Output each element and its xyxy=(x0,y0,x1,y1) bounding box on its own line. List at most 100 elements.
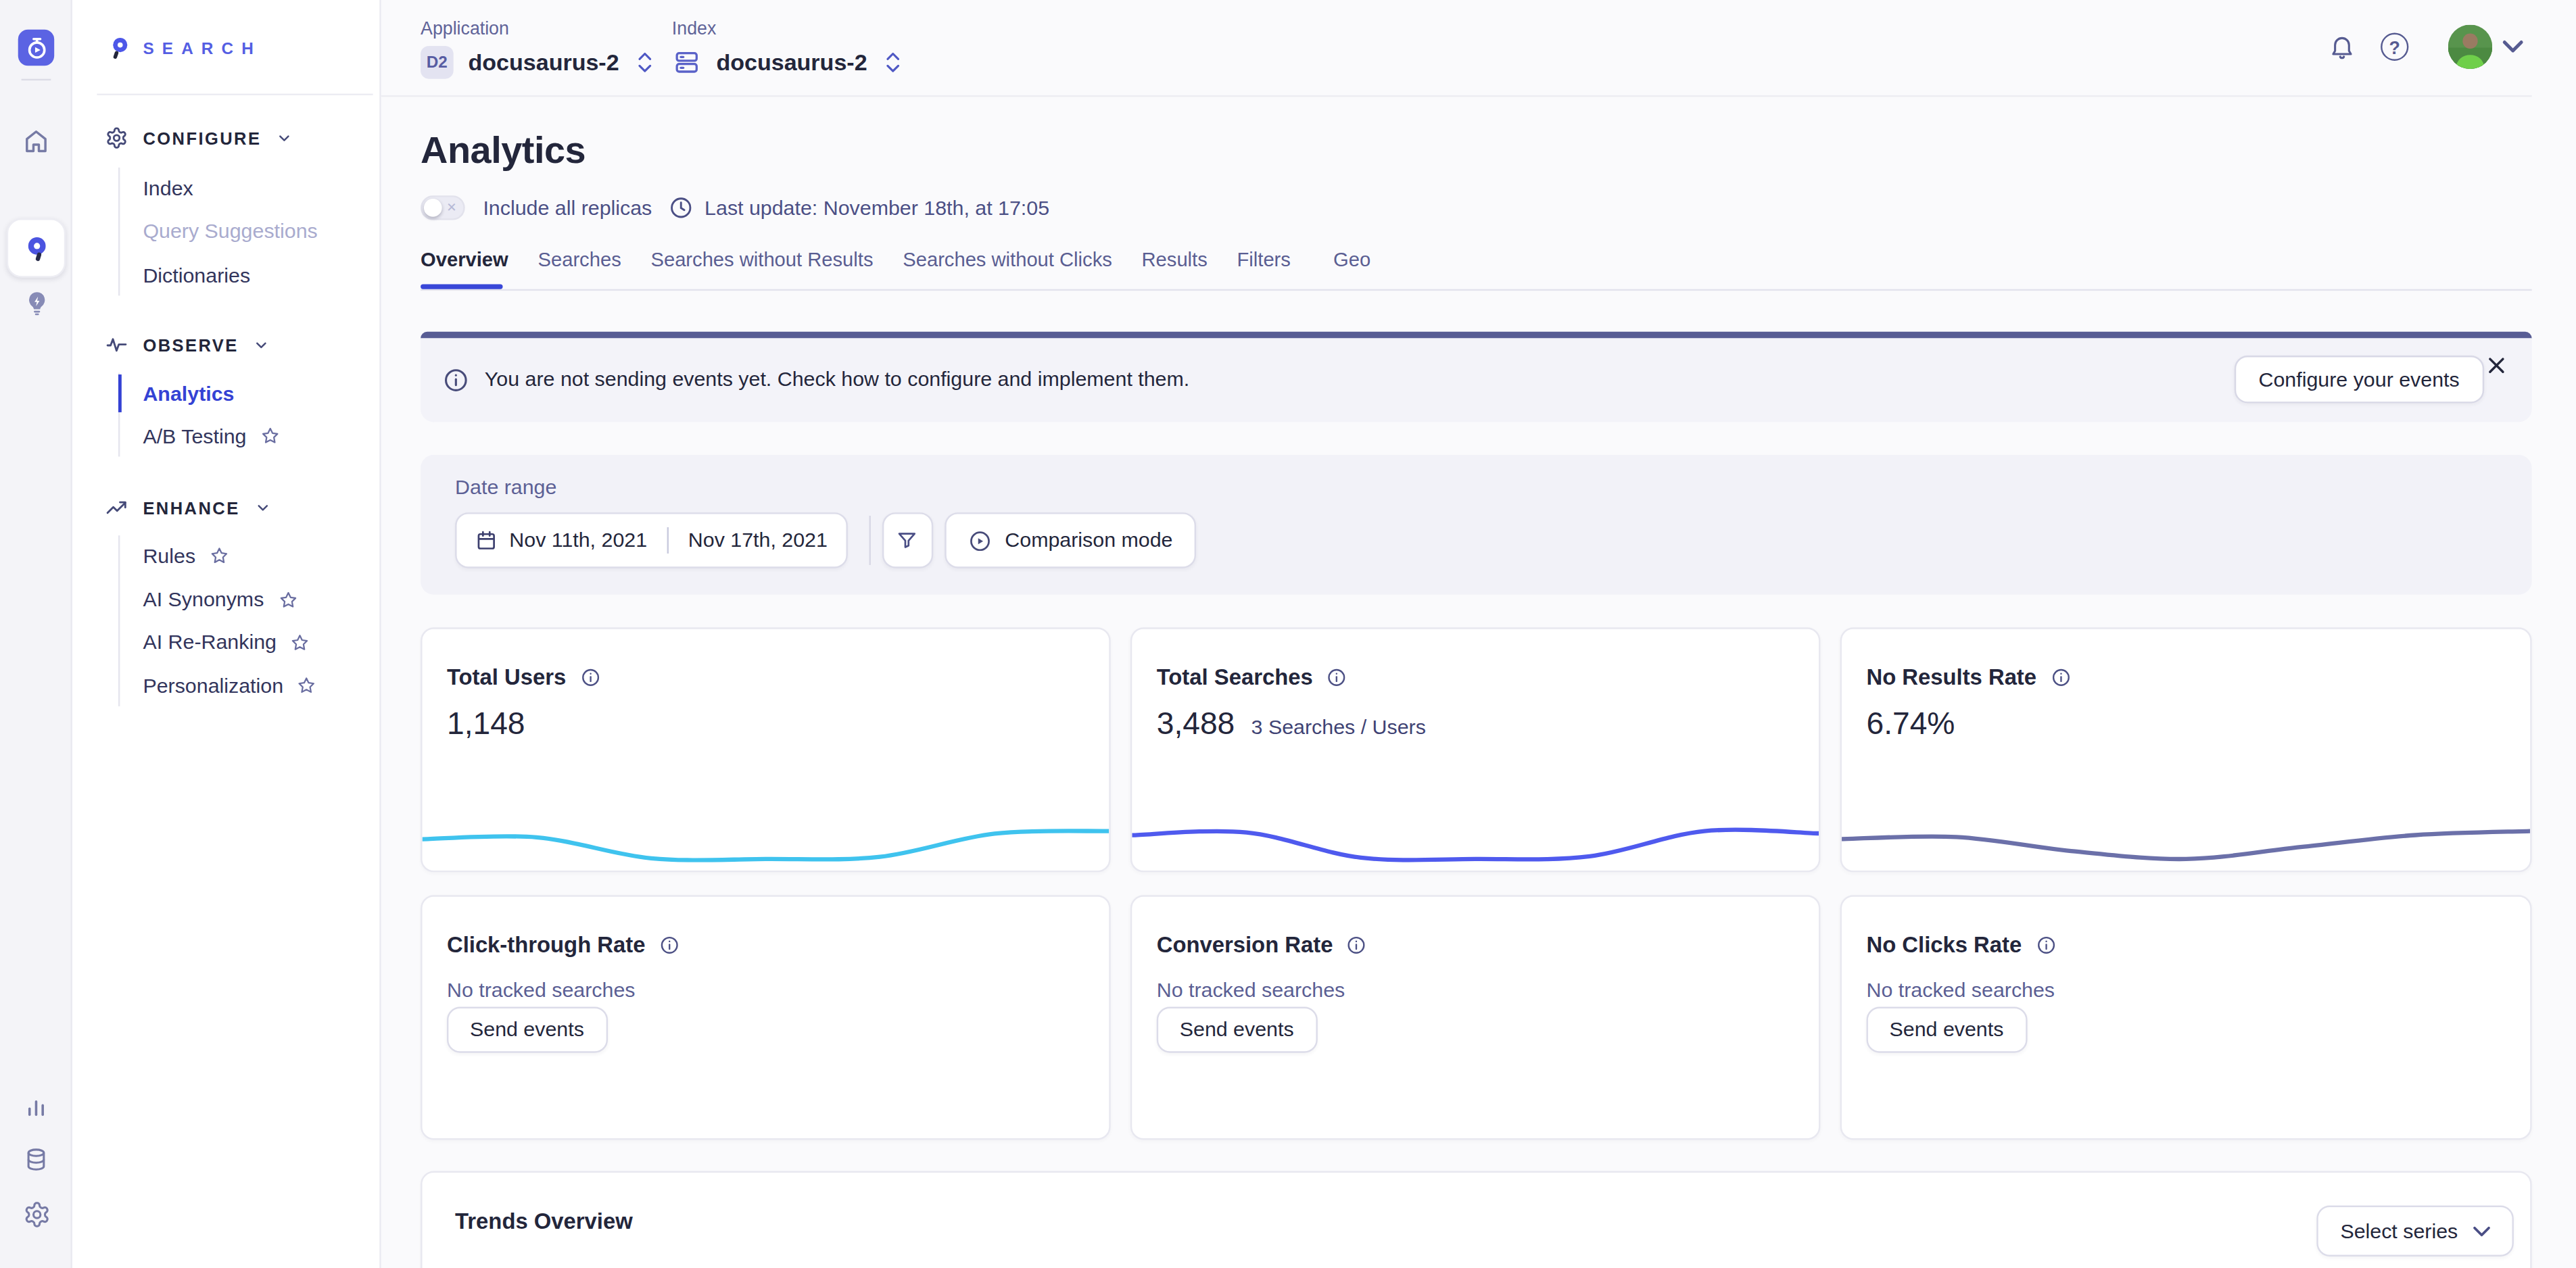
info-icon[interactable] xyxy=(1326,667,1347,689)
star-icon xyxy=(260,425,281,447)
metric-value: 3,488 xyxy=(1157,706,1235,742)
filter-button[interactable] xyxy=(882,512,932,568)
send-events-button[interactable]: Send events xyxy=(1866,1007,2026,1053)
card-title: No Clicks Rate xyxy=(1866,933,2022,957)
section-label: CONFIGURE xyxy=(143,128,261,148)
sort-carets-icon xyxy=(885,52,900,72)
card-title: Total Searches xyxy=(1157,665,1313,689)
settings-button[interactable] xyxy=(0,1200,72,1228)
funnel-icon xyxy=(896,529,919,552)
close-icon xyxy=(2487,356,2506,374)
recommend-button[interactable] xyxy=(0,289,72,317)
monitoring-button[interactable] xyxy=(0,1094,72,1120)
account-menu-button[interactable] xyxy=(2502,39,2524,54)
info-icon[interactable] xyxy=(579,667,601,689)
section-configure[interactable]: CONFIGURE xyxy=(105,126,293,149)
tabs-underline xyxy=(421,288,2532,291)
header-divider xyxy=(381,95,2532,97)
search-nav-button[interactable] xyxy=(7,218,66,277)
section-enhance[interactable]: ENHANCE xyxy=(105,495,271,518)
tab-filters[interactable]: Filters xyxy=(1237,248,1291,271)
help-button[interactable] xyxy=(2381,33,2408,61)
info-icon[interactable] xyxy=(2050,667,2072,689)
date-range-label: Date range xyxy=(455,477,556,499)
send-events-button[interactable]: Send events xyxy=(1157,1007,1317,1053)
section-observe[interactable]: OBSERVE xyxy=(105,333,270,356)
stopwatch-icon xyxy=(24,35,48,59)
avatar-photo xyxy=(2448,24,2493,69)
no-results-sparkline xyxy=(1842,797,2530,862)
rail-divider xyxy=(22,79,51,80)
application-name: docusaurus-2 xyxy=(469,49,619,75)
tab-searches[interactable]: Searches xyxy=(538,248,621,271)
analytics-tabs: Overview Searches Searches without Resul… xyxy=(421,248,1370,271)
date-range-picker[interactable]: Nov 11th, 2021 Nov 17th, 2021 xyxy=(455,512,847,568)
section-label: ENHANCE xyxy=(143,497,239,516)
application-label: Application xyxy=(421,18,509,38)
toggle-off-icon xyxy=(446,200,456,215)
product-logo-button[interactable] xyxy=(18,30,54,66)
banner-message: You are not sending events yet. Check ho… xyxy=(485,368,1189,391)
chevron-down-icon xyxy=(254,336,270,352)
info-icon[interactable] xyxy=(2035,935,2057,956)
chevron-down-icon xyxy=(2502,39,2524,54)
search-product-logo[interactable]: SEARCH xyxy=(110,36,262,60)
sidebar-item-ai-synonyms[interactable]: AI Synonyms xyxy=(143,588,298,611)
activity-icon xyxy=(105,333,128,356)
index-label: Index xyxy=(672,18,716,38)
index-icon xyxy=(672,47,702,76)
tab-searches-without-clicks[interactable]: Searches without Clicks xyxy=(903,248,1112,271)
gear-icon xyxy=(22,1200,50,1228)
star-icon xyxy=(289,631,311,653)
sidebar-divider xyxy=(97,94,373,95)
total-searches-sparkline xyxy=(1132,797,1819,862)
card-title: Total Users xyxy=(447,665,566,689)
app: SEARCH CONFIGURE Index Query Suggestions… xyxy=(0,0,2576,1268)
card-title: Conversion Rate xyxy=(1157,933,1333,957)
date-separator xyxy=(667,527,668,554)
page-title: Analytics xyxy=(421,128,586,173)
include-replicas-toggle[interactable] xyxy=(421,195,465,220)
tab-overview[interactable]: Overview xyxy=(421,248,508,271)
last-update-text: Last update: November 18th, at 17:05 xyxy=(705,196,1049,219)
toolbar-divider xyxy=(869,516,870,565)
notifications-button[interactable] xyxy=(2328,33,2356,61)
bell-icon xyxy=(2328,33,2356,61)
sidebar-item-index[interactable]: Index xyxy=(143,176,193,199)
tab-geo[interactable]: Geo xyxy=(1333,248,1370,271)
sidebar-item-ai-re-ranking[interactable]: AI Re-Ranking xyxy=(143,631,311,654)
sidebar-item-analytics[interactable]: Analytics xyxy=(143,382,234,405)
total-searches-card: Total Searches 3,488 3 Searches / Users xyxy=(1130,627,1821,872)
click-through-rate-card: Click-through Rate No tracked searches S… xyxy=(421,895,1111,1140)
avatar[interactable] xyxy=(2448,24,2493,69)
sidebar-item-dictionaries[interactable]: Dictionaries xyxy=(143,264,250,287)
date-range-panel: Date range Nov 11th, 2021 Nov 17th, 2021… xyxy=(421,455,2532,595)
metric-value: 1,148 xyxy=(447,706,525,742)
total-users-card: Total Users 1,148 xyxy=(421,627,1111,872)
chevron-down-icon xyxy=(254,499,270,515)
tab-searches-without-results[interactable]: Searches without Results xyxy=(650,248,873,271)
index-selector[interactable]: docusaurus-2 xyxy=(672,45,900,79)
home-button[interactable] xyxy=(0,126,72,156)
select-series-button[interactable]: Select series xyxy=(2317,1206,2514,1257)
info-icon[interactable] xyxy=(659,935,680,956)
data-button[interactable] xyxy=(0,1146,72,1173)
send-events-button[interactable]: Send events xyxy=(447,1007,607,1053)
close-banner-button[interactable] xyxy=(2487,356,2506,374)
toggle-label: Include all replicas xyxy=(483,196,652,219)
search-logo-icon xyxy=(110,36,130,60)
comparison-mode-button[interactable]: Comparison mode xyxy=(944,512,1195,568)
sidebar-item-rules[interactable]: Rules xyxy=(143,545,230,568)
application-badge: D2 xyxy=(421,45,454,78)
tab-results[interactable]: Results xyxy=(1142,248,1208,271)
configure-events-button[interactable]: Configure your events xyxy=(2234,356,2484,404)
application-selector[interactable]: D2 docusaurus-2 xyxy=(421,45,652,79)
sidebar-item-query-suggestions[interactable]: Query Suggestions xyxy=(143,220,317,243)
sidebar-item-personalization[interactable]: Personalization xyxy=(143,675,318,698)
clock-icon xyxy=(669,195,693,220)
metric-value: 6.74% xyxy=(1866,706,1955,742)
info-icon[interactable] xyxy=(1346,935,1368,956)
sidebar-item-ab-testing[interactable]: A/B Testing xyxy=(143,424,281,447)
gear-icon xyxy=(105,126,128,149)
star-icon xyxy=(209,545,231,567)
